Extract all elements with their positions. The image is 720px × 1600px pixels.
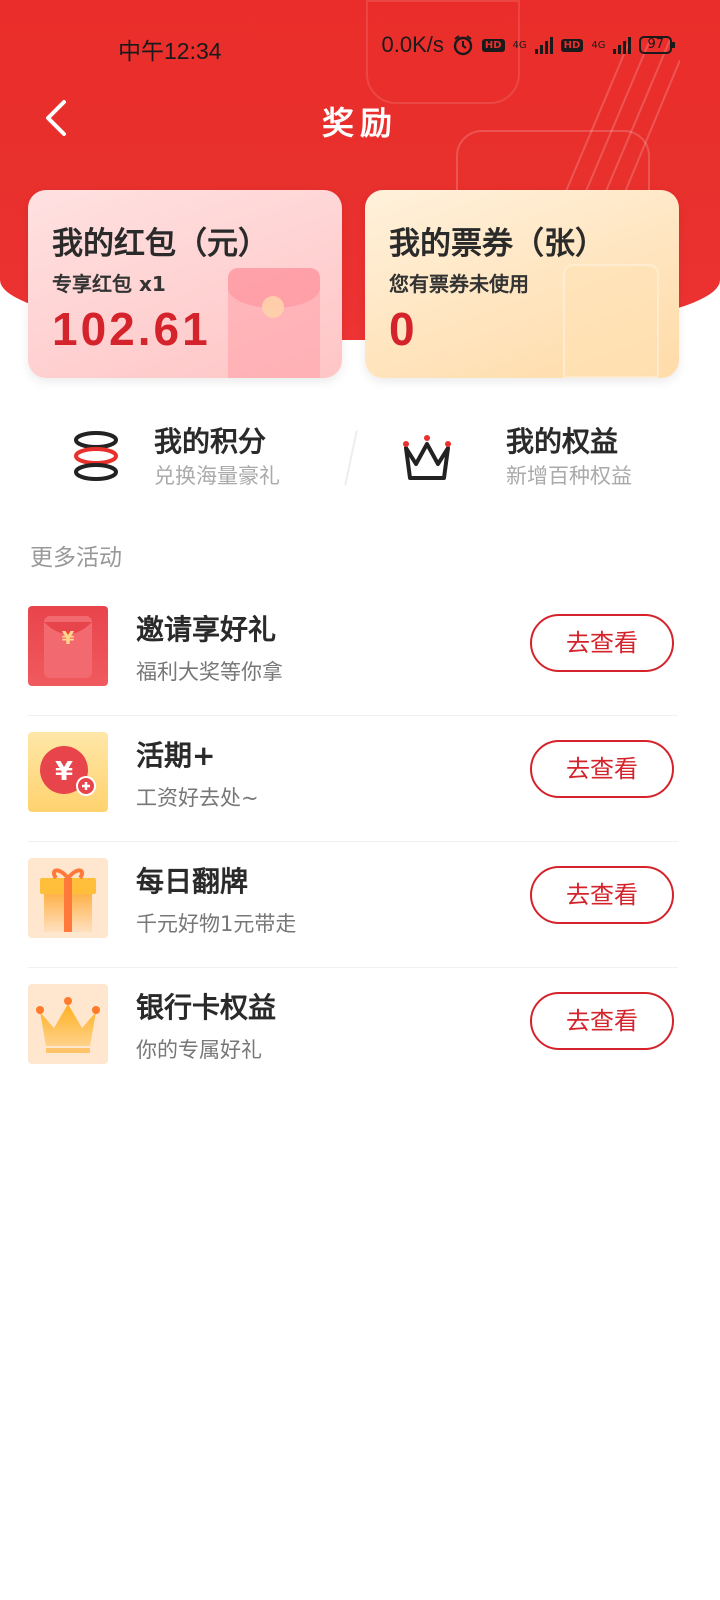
signal-icon-1: [534, 36, 553, 54]
redpacket-title: 我的红包（元）: [52, 226, 269, 262]
benefits-label: 我的权益: [506, 425, 619, 458]
tickets-title: 我的票券（张）: [389, 226, 606, 262]
view-button[interactable]: 去查看: [530, 992, 674, 1050]
redpacket-amount: 102.61: [52, 303, 211, 355]
coin-stack-icon: [74, 431, 118, 481]
activity-title: 银行卡权益: [136, 991, 277, 1024]
hd-badge-2: HD: [560, 38, 584, 52]
signal-icon-2: [613, 36, 632, 54]
ticket-illustration: [563, 264, 659, 378]
list-item[interactable]: 每日翻牌 千元好物1元带走 去查看: [28, 842, 678, 968]
network-type-2: 4G: [591, 39, 606, 51]
tickets-card[interactable]: 我的票券（张） 您有票券未使用 0: [365, 190, 679, 378]
view-button[interactable]: 去查看: [530, 740, 674, 798]
activity-desc: 工资好去处~: [136, 786, 259, 810]
svg-text:¥: ¥: [62, 628, 75, 649]
activity-desc: 福利大奖等你拿: [136, 660, 283, 684]
network-type-1: 4G: [512, 39, 527, 51]
quick-link-benefits[interactable]: 我的权益 新增百种权益: [360, 400, 720, 510]
tickets-count: 0: [389, 303, 418, 355]
points-label: 我的积分: [154, 425, 267, 458]
view-button[interactable]: 去查看: [530, 866, 674, 924]
hd-badge-1: HD: [481, 38, 505, 52]
activity-title: 每日翻牌: [136, 865, 249, 898]
activity-title: 活期+: [136, 739, 216, 772]
svg-text:¥: ¥: [55, 757, 73, 787]
section-title: 更多活动: [30, 545, 122, 571]
tickets-subtitle: 您有票券未使用: [389, 272, 529, 296]
crown-icon: [28, 984, 108, 1064]
activity-desc: 千元好物1元带走: [136, 912, 297, 936]
battery-icon: 97: [639, 36, 675, 54]
list-item[interactable]: ¥ 邀请享好礼 福利大奖等你拿 去查看: [28, 590, 678, 716]
quick-link-points[interactable]: 我的积分 兑换海量豪礼: [0, 400, 350, 510]
network-speed: 0.0K/s: [381, 32, 444, 57]
activity-desc: 你的专属好礼: [136, 1038, 262, 1062]
redpacket-card[interactable]: 我的红包（元） 专享红包 x1 102.61: [28, 190, 342, 378]
activity-title: 邀请享好礼: [136, 613, 277, 646]
status-time: 中午12:34: [118, 38, 222, 64]
list-item[interactable]: ¥ 活期+ 工资好去处~ 去查看: [28, 716, 678, 842]
red-envelope-illustration: [228, 268, 320, 378]
quick-links: 我的积分 兑换海量豪礼 我的权益 新增百种权益: [0, 400, 720, 510]
view-button[interactable]: 去查看: [530, 614, 674, 672]
red-envelope-icon: ¥: [28, 606, 108, 686]
yuan-coin-plus-icon: ¥: [28, 732, 108, 812]
status-bar: 中午12:34 0.0K/s HD 4G HD 4G 97: [0, 30, 720, 66]
crown-outline-icon: [403, 435, 451, 480]
activity-list: ¥ 邀请享好礼 福利大奖等你拿 去查看 ¥ 活期+ 工资好去处~ 去查看 每日翻…: [28, 590, 678, 1093]
redpacket-subtitle: 专享红包 x1: [52, 272, 166, 296]
gift-box-icon: [28, 858, 108, 938]
alarm-icon: [453, 35, 473, 56]
list-item[interactable]: 银行卡权益 你的专属好礼 去查看: [28, 968, 678, 1093]
benefits-sub: 新增百种权益: [506, 464, 632, 488]
points-sub: 兑换海量豪礼: [154, 464, 280, 488]
page-title: 奖励: [321, 104, 398, 142]
